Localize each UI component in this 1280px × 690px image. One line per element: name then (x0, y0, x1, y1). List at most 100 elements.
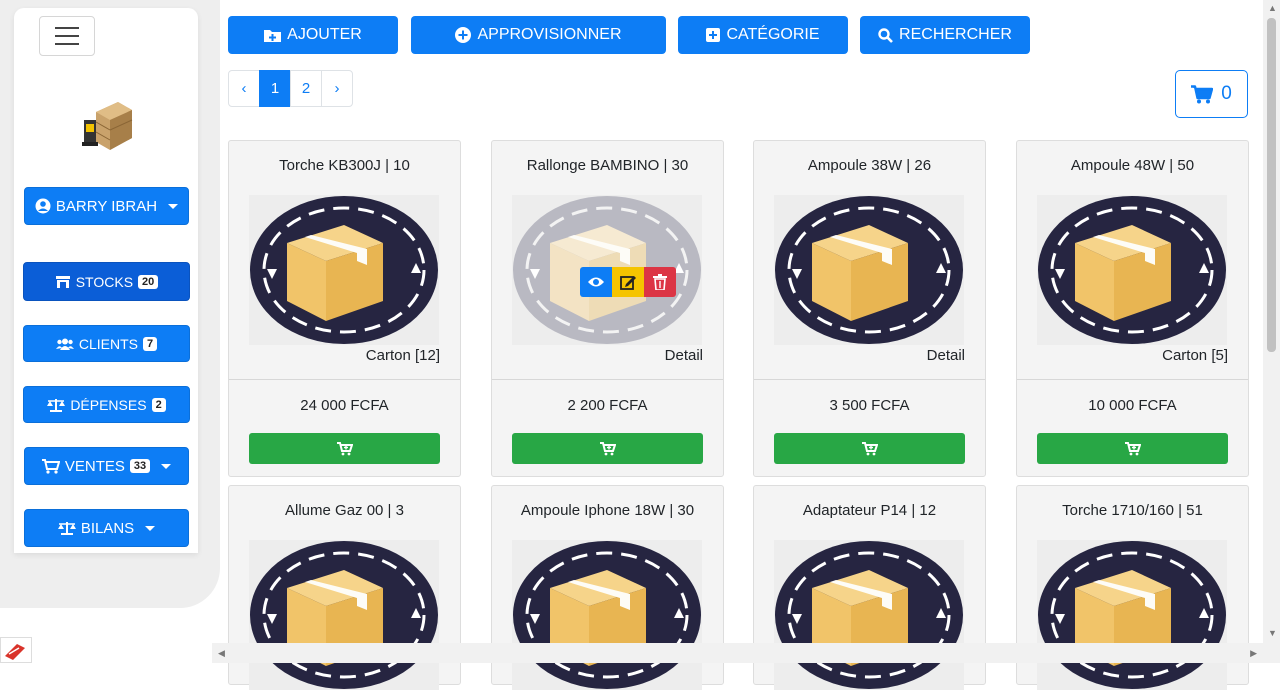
product-price: 3 500 FCFA (829, 397, 910, 414)
sidebar-item-label: VENTES (64, 457, 125, 475)
product-card[interactable]: Rallonge BAMBINO | 30 Detail 2 200 FCFA (491, 140, 724, 477)
search-button[interactable]: RECHERCHER (860, 16, 1030, 54)
store-icon (55, 275, 70, 288)
category-label: CATÉGORIE (726, 26, 820, 43)
menu-toggle-button[interactable] (39, 16, 95, 56)
cart-count: 0 (1221, 83, 1232, 104)
count-badge: 2 (151, 397, 166, 412)
add-to-cart-button[interactable] (512, 433, 703, 464)
product-unit: Detail (664, 347, 703, 364)
plus-square-icon (706, 28, 721, 42)
pagination-page[interactable]: 1 (259, 70, 291, 107)
sidebar-item-bilans[interactable]: BILANS (24, 509, 189, 547)
sidebar: BARRY IBRAH STOCKS 20 CLIENTS 7 DÉPENSES… (14, 8, 198, 553)
sidebar-item-label: CLIENTS (78, 335, 138, 352)
product-image (1037, 540, 1227, 690)
product-image (774, 195, 964, 345)
add-button[interactable]: AJOUTER (228, 16, 398, 54)
product-card[interactable]: Ampoule 48W | 50 Carton [5] 10 000 FCFA (1016, 140, 1249, 477)
scroll-left-icon[interactable]: ◀ (218, 648, 225, 659)
product-unit: Carton [12] (365, 347, 440, 364)
plus-circle-icon (455, 27, 472, 43)
count-badge: 7 (143, 336, 158, 351)
product-name: Torche 1710/160 | 51 (1062, 502, 1203, 519)
product-name: Rallonge BAMBINO | 30 (526, 157, 689, 174)
sidebar-item-depenses[interactable]: DÉPENSES 2 (23, 386, 190, 423)
scroll-right-icon[interactable]: ▶ (1250, 648, 1257, 659)
add-to-cart-button[interactable] (1037, 433, 1228, 464)
cart-plus-icon (336, 441, 353, 455)
chevron-down-icon (168, 203, 179, 209)
product-image (774, 540, 964, 690)
product-name: Ampoule 38W | 26 (807, 157, 932, 174)
product-name: Adaptateur P14 | 12 (802, 502, 937, 519)
product-actions (580, 267, 676, 297)
product-image (249, 195, 439, 345)
card-divider (1017, 379, 1248, 380)
pagination-next[interactable]: › (321, 70, 353, 107)
view-button[interactable] (580, 267, 612, 297)
product-image (249, 540, 439, 690)
scroll-down-icon[interactable]: ▼ (1268, 628, 1277, 638)
cart-icon (1191, 84, 1214, 103)
sidebar-item-label: DÉPENSES (70, 396, 147, 413)
pagination-prev[interactable]: ‹ (228, 70, 260, 107)
balance-scale-icon (57, 522, 76, 535)
user-circle-icon (35, 198, 51, 214)
pagination: ‹ 1 2 › (228, 70, 353, 107)
sidebar-item-ventes[interactable]: VENTES 33 (24, 447, 189, 485)
supply-label: APPROVISIONNER (477, 26, 622, 43)
sidebar-item-clients[interactable]: CLIENTS 7 (23, 325, 190, 362)
delete-button[interactable] (644, 267, 676, 297)
supply-button[interactable]: APPROVISIONNER (411, 16, 666, 54)
product-image (1037, 195, 1227, 345)
users-icon (55, 338, 74, 350)
sidebar-item-stocks[interactable]: STOCKS 20 (23, 262, 190, 301)
product-name: Allume Gaz 00 | 3 (285, 502, 404, 519)
card-divider (492, 379, 723, 380)
folder-plus-icon (264, 29, 282, 42)
cart-icon (41, 458, 60, 474)
product-card[interactable]: Torche KB300J | 10 Carton [12] 24 000 FC… (228, 140, 461, 477)
product-name: Torche KB300J | 10 (279, 157, 410, 174)
cart-plus-icon (861, 441, 878, 455)
search-icon (878, 27, 893, 43)
chevron-down-icon (145, 525, 156, 531)
add-label: AJOUTER (287, 26, 362, 43)
search-label: RECHERCHER (899, 26, 1012, 43)
add-to-cart-button[interactable] (774, 433, 965, 464)
edit-button[interactable] (612, 267, 644, 297)
pagination-page[interactable]: 2 (290, 70, 322, 107)
scroll-up-icon[interactable]: ▲ (1268, 3, 1277, 13)
product-unit: Detail (926, 347, 965, 364)
product-unit: Carton [5] (1162, 347, 1228, 364)
product-name: Ampoule 48W | 50 (1070, 157, 1195, 174)
scrollbar-thumb[interactable] (1267, 18, 1276, 352)
count-badge: 33 (129, 459, 151, 473)
card-divider (754, 379, 985, 380)
eye-icon (588, 277, 604, 287)
vertical-scrollbar[interactable]: ▲ ▼ (1263, 0, 1280, 663)
product-price: 2 200 FCFA (567, 397, 648, 414)
chevron-down-icon (161, 463, 172, 469)
horizontal-scrollbar[interactable]: ◀ ▶ (212, 643, 1263, 663)
product-price: 10 000 FCFA (1088, 397, 1177, 414)
cart-plus-icon (599, 441, 616, 455)
app-shortcut-icon[interactable] (0, 637, 32, 663)
card-divider (229, 379, 460, 380)
user-menu-button[interactable]: BARRY IBRAH (24, 187, 189, 225)
product-image (512, 540, 702, 690)
balance-scale-icon (47, 398, 66, 412)
product-card[interactable]: Ampoule 38W | 26 Detail 3 500 FCFA (753, 140, 986, 477)
category-button[interactable]: CATÉGORIE (678, 16, 848, 54)
sidebar-item-label: STOCKS (75, 273, 134, 290)
product-name: Ampoule Iphone 18W | 30 (520, 502, 695, 519)
cart-plus-icon (1124, 441, 1141, 455)
add-to-cart-button[interactable] (249, 433, 440, 464)
warehouse-logo-icon (82, 102, 133, 150)
product-price: 24 000 FCFA (300, 397, 389, 414)
cart-button[interactable]: 0 (1175, 70, 1248, 118)
count-badge: 20 (138, 274, 159, 289)
edit-icon (620, 276, 636, 290)
user-name: BARRY IBRAH (55, 197, 158, 215)
